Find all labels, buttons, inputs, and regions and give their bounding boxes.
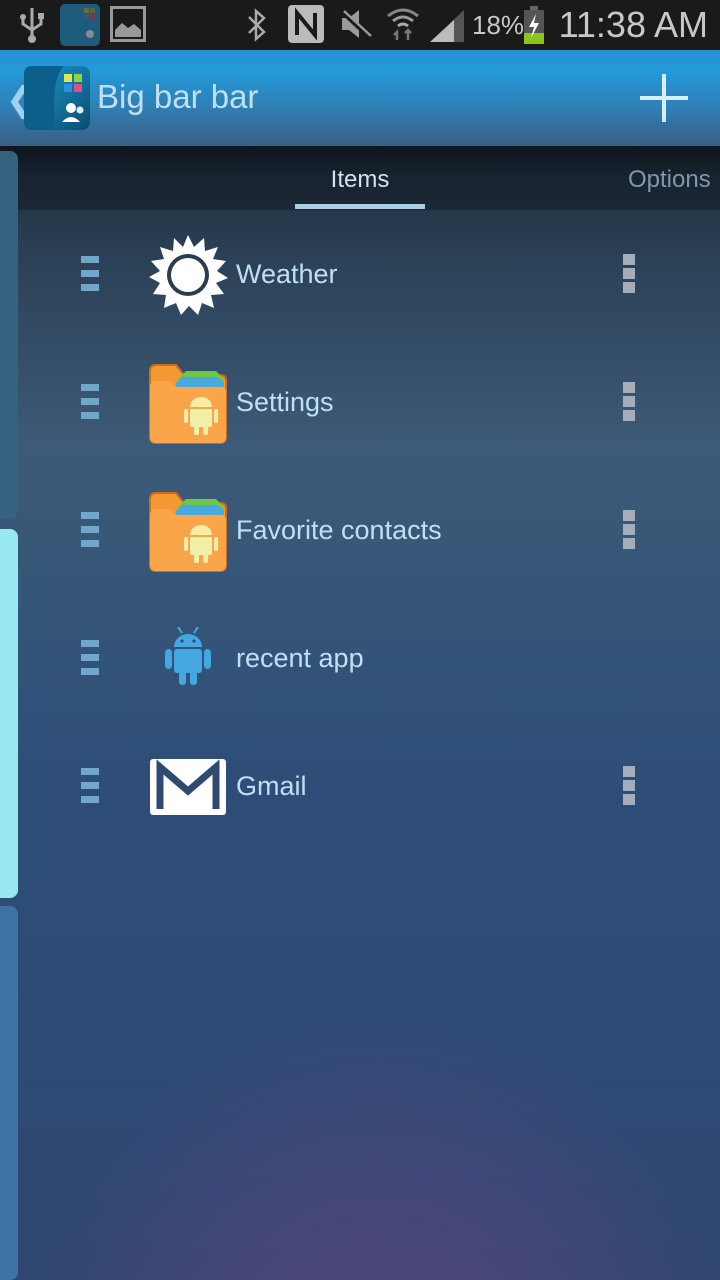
android-folder-icon	[149, 492, 227, 572]
battery-percent: 18%	[472, 10, 525, 40]
list-item[interactable]: recent app	[20, 595, 720, 723]
overflow-menu-icon[interactable]	[623, 382, 635, 424]
list-item[interactable]: Weather	[20, 211, 720, 339]
plus-icon	[640, 74, 688, 122]
item-label: Settings	[236, 387, 334, 417]
overflow-menu-icon[interactable]	[623, 766, 635, 808]
tab-bar: Items Options	[0, 146, 720, 210]
nfc-icon	[288, 5, 324, 43]
overflow-menu-icon[interactable]	[623, 510, 635, 552]
action-bar: ❮ Big bar bar	[0, 50, 720, 146]
list-item[interactable]: Gmail	[20, 723, 720, 851]
android-folder-icon	[149, 364, 227, 444]
tab-indicator	[295, 204, 425, 209]
app-logo-icon[interactable]	[24, 66, 90, 130]
signal-icon	[430, 10, 464, 42]
mute-icon	[340, 10, 372, 40]
bluetooth-icon	[248, 8, 266, 42]
item-label: Weather	[236, 259, 338, 289]
list-item[interactable]: Settings	[20, 339, 720, 467]
drag-handle-icon[interactable]	[81, 384, 99, 420]
drag-handle-icon[interactable]	[81, 640, 99, 676]
left-bar-handle-middle[interactable]	[0, 529, 18, 898]
clock: 11:38 AM	[558, 4, 708, 45]
item-label: Favorite contacts	[236, 515, 442, 545]
left-bar-handle-bottom[interactable]	[0, 906, 18, 1280]
tab-options[interactable]: Options	[628, 166, 711, 194]
sun-icon	[149, 235, 228, 315]
item-label: recent app	[236, 643, 364, 673]
usb-icon	[20, 8, 44, 43]
left-bar-handle-top[interactable]	[0, 151, 18, 519]
battery-charging-icon	[524, 6, 544, 44]
status-bar: 18% 11:38 AM	[0, 0, 720, 50]
wifi-icon	[387, 8, 419, 40]
image-icon	[110, 6, 146, 42]
list-item[interactable]: Favorite contacts	[20, 467, 720, 595]
drag-handle-icon[interactable]	[81, 256, 99, 292]
app-notification-icon	[60, 4, 100, 46]
add-button[interactable]	[636, 70, 692, 126]
item-label: Gmail	[236, 771, 307, 801]
app-title: Big bar bar	[97, 78, 259, 115]
drag-handle-icon[interactable]	[81, 768, 99, 804]
overflow-menu-icon[interactable]	[623, 254, 635, 296]
gmail-icon	[150, 759, 226, 815]
tab-items[interactable]: Items	[295, 166, 425, 194]
android-robot-icon	[165, 626, 211, 685]
drag-handle-icon[interactable]	[81, 512, 99, 548]
